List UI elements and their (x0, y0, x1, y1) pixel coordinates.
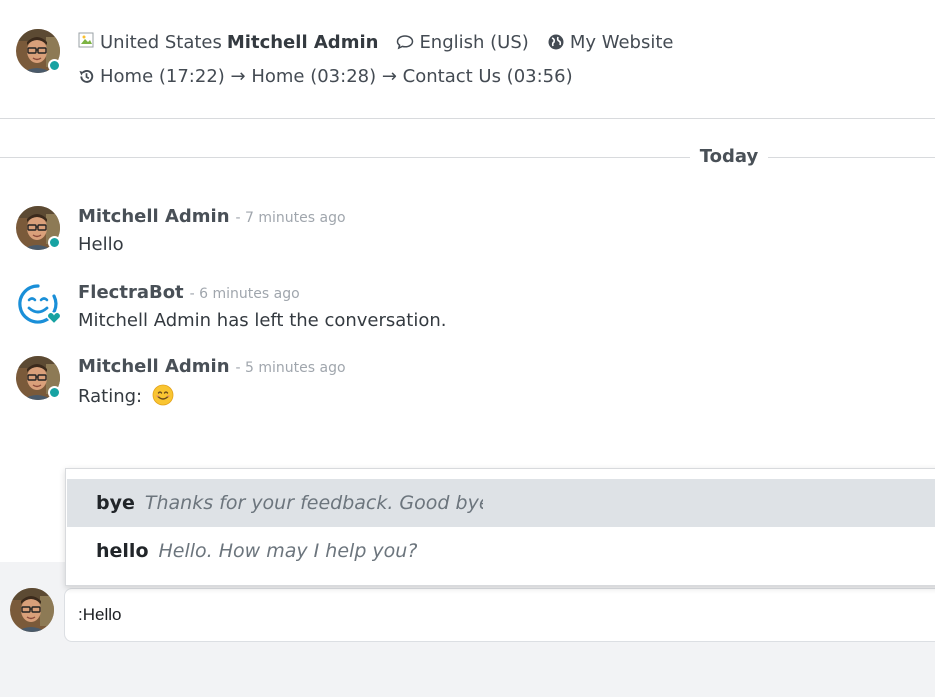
message-author[interactable]: FlectraBot (78, 282, 184, 303)
flag-icon (78, 31, 96, 49)
canned-response-text: Hello. How may I help you? (158, 540, 418, 562)
message-author[interactable]: Mitchell Admin (78, 206, 230, 227)
message-date: - 5 minutes ago (235, 360, 346, 376)
author-avatar[interactable] (16, 206, 61, 250)
date-separator: Today (0, 144, 935, 170)
globe-icon (547, 33, 565, 51)
online-status-dot (48, 236, 61, 249)
message-author[interactable]: Mitchell Admin (78, 356, 230, 377)
bot-avatar[interactable] (16, 282, 62, 326)
message-body: Rating: (78, 384, 174, 407)
visitor-country: United States (100, 31, 222, 53)
message-input[interactable]: :Hello (64, 588, 935, 642)
canned-response-item[interactable]: hello Hello. How may I help you? (67, 527, 935, 575)
visitor-header: United States Mitchell Admin English (US… (0, 0, 935, 119)
visitor-website: My Website (569, 31, 674, 53)
date-separator-label: Today (699, 146, 759, 167)
history-icon (78, 68, 95, 85)
heart-icon (46, 310, 62, 326)
message-date: - 7 minutes ago (235, 210, 346, 226)
visitor-avatar (16, 29, 61, 73)
message-input-value: :Hello (78, 605, 122, 624)
message: Mitchell Admin - 5 minutes ago Rating: (0, 351, 935, 421)
author-avatar[interactable] (16, 356, 61, 400)
canned-response-shortcut: hello (96, 540, 149, 562)
visitor-history: Home (17:22) → Home (03:28) → Contact Us… (78, 64, 573, 88)
message-author-line: FlectraBot - 6 minutes ago (78, 282, 300, 303)
message: Mitchell Admin - 7 minutes ago Hello (0, 201, 935, 271)
message-author-line: Mitchell Admin - 7 minutes ago (78, 206, 346, 227)
canned-response-text: Thanks for your feedback. Good bye! (144, 492, 483, 514)
visitor-history-text: Home (17:22) → Home (03:28) → Contact Us… (100, 65, 573, 87)
current-user-avatar (10, 588, 54, 632)
separator-line (768, 157, 935, 158)
message: FlectraBot - 6 minutes ago Mitchell Admin… (0, 277, 935, 347)
message-body: Mitchell Admin has left the conversation… (78, 310, 447, 331)
online-status-dot (48, 59, 61, 72)
online-status-dot (48, 386, 61, 399)
separator-line (0, 157, 690, 158)
visitor-partner-name[interactable]: Mitchell Admin (227, 32, 379, 53)
message-author-line: Mitchell Admin - 5 minutes ago (78, 356, 346, 377)
comment-icon (396, 33, 414, 51)
visitor-language: English (US) (419, 31, 529, 53)
smile-emoji-icon (152, 384, 174, 406)
canned-response-dropdown: bye Thanks for your feedback. Good bye! … (65, 468, 935, 586)
canned-response-shortcut: bye (96, 492, 135, 514)
message-date: - 6 minutes ago (189, 286, 300, 302)
canned-response-item[interactable]: bye Thanks for your feedback. Good bye! (67, 479, 935, 527)
visitor-info: United States Mitchell Admin English (US… (78, 30, 673, 54)
message-body: Hello (78, 234, 124, 255)
rating-label: Rating: (78, 386, 143, 407)
